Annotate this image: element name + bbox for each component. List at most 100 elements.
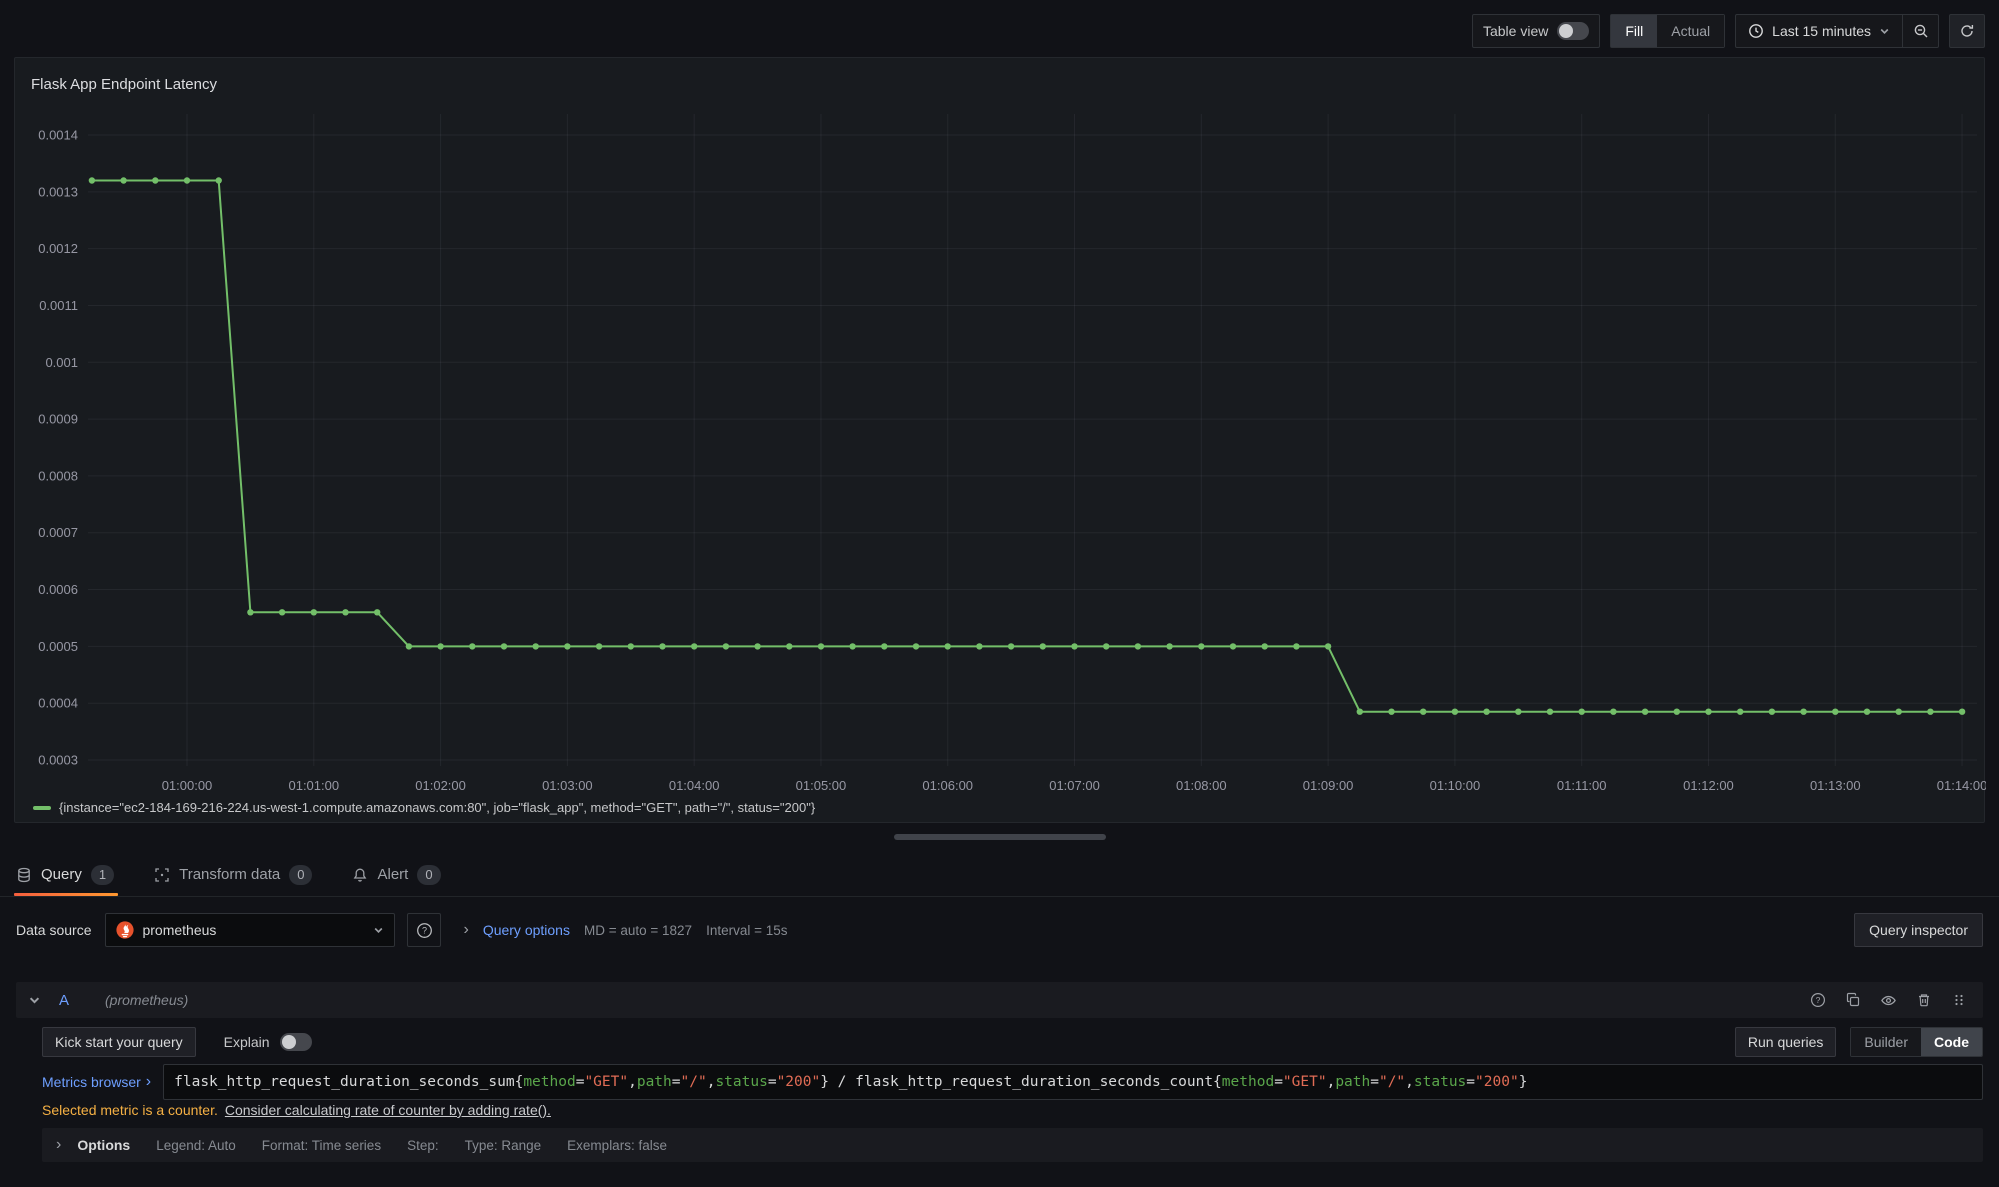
svg-text:01:06:00: 01:06:00 (922, 778, 973, 793)
refresh-icon (1959, 23, 1975, 39)
time-range-label: Last 15 minutes (1772, 23, 1871, 39)
process-icon (154, 867, 170, 883)
builder-mode-button[interactable]: Builder (1851, 1028, 1921, 1056)
svg-text:01:04:00: 01:04:00 (669, 778, 720, 793)
collapse-chevron-icon[interactable] (28, 994, 41, 1007)
options-exemplars: Exemplars: false (567, 1138, 667, 1153)
question-circle-icon: ? (416, 922, 433, 939)
svg-text:01:03:00: 01:03:00 (542, 778, 593, 793)
options-label: Options (77, 1137, 130, 1153)
svg-text:?: ? (1816, 995, 1821, 1005)
svg-text:0.0003: 0.0003 (38, 753, 78, 768)
latency-chart[interactable]: 0.00140.00130.00120.00110.0010.00090.000… (15, 58, 1986, 824)
alert-count-badge: 0 (417, 865, 440, 885)
query-row-header[interactable]: A (prometheus) ? (16, 982, 1983, 1018)
warning-text: Selected metric is a counter. (42, 1102, 218, 1118)
chevron-right-icon: › (146, 1074, 151, 1090)
tab-alert[interactable]: Alert 0 (352, 853, 440, 896)
options-type: Type: Range (465, 1138, 542, 1153)
pane-resize-handle[interactable] (894, 834, 1106, 840)
time-picker-group: Last 15 minutes (1735, 14, 1939, 48)
tab-transform-data[interactable]: Transform data 0 (154, 853, 312, 896)
code-mode-button[interactable]: Code (1921, 1028, 1982, 1056)
svg-text:0.0013: 0.0013 (38, 184, 78, 199)
svg-text:0.0008: 0.0008 (38, 468, 78, 483)
options-format: Format: Time series (262, 1138, 381, 1153)
query-options-label: Query options (483, 922, 570, 938)
svg-text:0.0012: 0.0012 (38, 241, 78, 256)
svg-text:01:07:00: 01:07:00 (1049, 778, 1100, 793)
clock-icon (1748, 23, 1764, 39)
toggle-visibility-icon[interactable] (1880, 992, 1897, 1009)
legend-series-label[interactable]: {instance="ec2-184-169-216-224.us-west-1… (59, 800, 815, 815)
metrics-browser-toggle[interactable]: Metrics browser › (42, 1074, 151, 1090)
editor-mode-switch: Builder Code (1850, 1027, 1983, 1057)
counter-warning: Selected metric is a counter. Consider c… (42, 1100, 551, 1120)
chart-legend: {instance="ec2-184-169-216-224.us-west-1… (33, 800, 815, 815)
database-icon (16, 867, 32, 883)
fill-actual-switch: Fill Actual (1610, 14, 1725, 48)
query-inspector-button[interactable]: Query inspector (1854, 913, 1983, 947)
refresh-button[interactable] (1949, 14, 1985, 48)
query-editor-row: Metrics browser › flask_http_request_dur… (42, 1064, 1983, 1100)
svg-text:0.0006: 0.0006 (38, 582, 78, 597)
interval-value: Interval = 15s (706, 923, 787, 938)
table-view-control: Table view (1472, 14, 1600, 48)
query-options-summary[interactable]: › Options Legend: Auto Format: Time seri… (42, 1128, 1983, 1162)
svg-text:0.001: 0.001 (45, 355, 78, 370)
svg-text:01:13:00: 01:13:00 (1810, 778, 1861, 793)
bell-icon (352, 867, 368, 883)
svg-text:0.0007: 0.0007 (38, 525, 78, 540)
active-tab-underline (14, 893, 118, 896)
query-options-toggle[interactable]: › Query options MD = auto = 1827 Interva… (463, 922, 787, 938)
explain-label: Explain (224, 1034, 270, 1050)
datasource-label: Data source (16, 922, 91, 938)
query-help-icon[interactable]: ? (1810, 992, 1826, 1008)
kick-start-query-button[interactable]: Kick start your query (42, 1027, 196, 1057)
query-row-actions: ? (1810, 992, 1967, 1009)
options-step: Step: (407, 1138, 439, 1153)
explain-toggle[interactable] (280, 1033, 312, 1051)
duplicate-query-icon[interactable] (1845, 992, 1861, 1008)
svg-text:01:08:00: 01:08:00 (1176, 778, 1227, 793)
time-range-button[interactable]: Last 15 minutes (1736, 23, 1902, 39)
tab-alert-label: Alert (377, 866, 408, 883)
zoom-out-time-button[interactable] (1902, 15, 1938, 47)
svg-text:01:09:00: 01:09:00 (1303, 778, 1354, 793)
delete-query-icon[interactable] (1916, 992, 1932, 1008)
table-view-toggle[interactable] (1557, 22, 1589, 40)
time-series-panel: Flask App Endpoint Latency 0.00140.00130… (14, 57, 1985, 823)
svg-text:0.0011: 0.0011 (39, 298, 78, 313)
prometheus-logo (116, 921, 134, 939)
tab-query-label: Query (41, 866, 82, 883)
query-datasource-hint: (prometheus) (105, 992, 188, 1008)
chevron-right-icon: › (463, 922, 468, 938)
promql-query-input[interactable]: flask_http_request_duration_seconds_sum{… (163, 1064, 1983, 1100)
svg-text:01:14:00: 01:14:00 (1937, 778, 1986, 793)
tab-transform-label: Transform data (179, 866, 280, 883)
query-count-badge: 1 (91, 865, 114, 885)
chevron-right-icon: › (56, 1137, 61, 1153)
svg-text:?: ? (422, 925, 427, 935)
svg-text:01:02:00: 01:02:00 (415, 778, 466, 793)
legend-series-marker (33, 806, 51, 810)
add-rate-link[interactable]: Consider calculating rate of counter by … (225, 1102, 551, 1118)
drag-handle-icon[interactable] (1951, 992, 1967, 1008)
svg-text:0.0009: 0.0009 (38, 412, 78, 427)
run-queries-button[interactable]: Run queries (1735, 1027, 1837, 1057)
search-minus-icon (1913, 23, 1929, 39)
query-refid: A (59, 992, 69, 1009)
datasource-help-button[interactable]: ? (407, 913, 441, 947)
svg-text:01:05:00: 01:05:00 (796, 778, 847, 793)
svg-text:01:12:00: 01:12:00 (1683, 778, 1734, 793)
table-view-label: Table view (1483, 23, 1548, 39)
svg-text:01:00:00: 01:00:00 (162, 778, 213, 793)
datasource-picker[interactable]: prometheus (105, 913, 395, 947)
query-toolbar-row: Kick start your query Explain Run querie… (42, 1026, 1983, 1058)
fill-button[interactable]: Fill (1611, 15, 1657, 47)
svg-text:0.0005: 0.0005 (38, 639, 78, 654)
datasource-name: prometheus (142, 922, 216, 938)
actual-button[interactable]: Actual (1657, 15, 1724, 47)
tab-query[interactable]: Query 1 (16, 853, 114, 896)
chevron-down-icon (373, 925, 384, 936)
